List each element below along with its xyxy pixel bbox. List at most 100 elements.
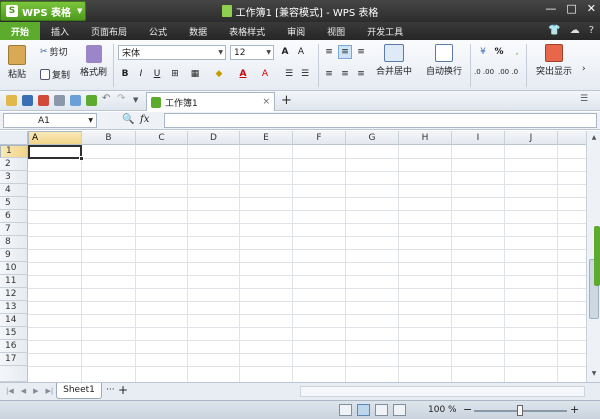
row-header[interactable]: 9: [0, 249, 28, 262]
decrease-decimal-button[interactable]: .00 .0: [498, 69, 520, 76]
column-header[interactable]: F: [293, 131, 346, 145]
customize-toolbar-icon[interactable]: ▼: [133, 96, 144, 107]
column-header[interactable]: D: [188, 131, 240, 145]
tab-list-icon[interactable]: ☰: [580, 94, 591, 105]
tab-developer[interactable]: 开发工具: [356, 22, 414, 40]
page-break-view-icon[interactable]: [375, 404, 388, 416]
save-icon[interactable]: [22, 95, 33, 106]
paste-button[interactable]: 粘贴: [8, 45, 26, 80]
scroll-up-icon[interactable]: ▲: [589, 133, 599, 143]
align-top-button[interactable]: ≡: [322, 45, 336, 59]
column-header[interactable]: I: [452, 131, 505, 145]
clear-format-button[interactable]: A: [258, 67, 272, 81]
tab-table-style[interactable]: 表格样式: [218, 22, 276, 40]
spell-check-icon[interactable]: [86, 95, 97, 106]
open-folder-icon[interactable]: [6, 95, 17, 106]
more-sheets-button[interactable]: ···: [106, 385, 115, 395]
row-header[interactable]: 3: [0, 171, 28, 184]
row-header[interactable]: 15: [0, 327, 28, 340]
page-view-icon[interactable]: [339, 404, 352, 416]
align-center-button[interactable]: ≡: [338, 67, 352, 81]
borders-button[interactable]: ⊞: [168, 67, 182, 81]
tab-page-layout[interactable]: 页面布局: [80, 22, 138, 40]
align-right-button[interactable]: ≡: [354, 67, 368, 81]
active-cell[interactable]: [28, 145, 84, 161]
help-icon[interactable]: ?: [589, 25, 594, 36]
undo-icon[interactable]: ↶: [102, 93, 113, 104]
fill-handle[interactable]: [79, 156, 84, 161]
formula-input[interactable]: [164, 113, 597, 128]
sheet-tab[interactable]: Sheet1: [56, 383, 102, 399]
indent-increase-button[interactable]: ☰: [298, 67, 312, 81]
font-size-select[interactable]: 12 ▼: [230, 45, 274, 60]
percent-button[interactable]: %: [492, 45, 506, 59]
row-header[interactable]: 16: [0, 340, 28, 353]
align-middle-button[interactable]: ≡: [338, 45, 352, 59]
row-header[interactable]: 6: [0, 210, 28, 223]
export-pdf-icon[interactable]: [38, 95, 49, 106]
zoom-slider-thumb[interactable]: [517, 405, 523, 416]
format-painter-button[interactable]: 格式刷: [80, 45, 107, 78]
name-box[interactable]: A1 ▼: [3, 113, 97, 128]
bold-button[interactable]: B: [118, 67, 132, 81]
row-header[interactable]: 1: [0, 145, 28, 158]
row-header-partial[interactable]: [0, 366, 28, 382]
currency-button[interactable]: ¥: [476, 45, 490, 59]
cut-button[interactable]: ✂ 剪切: [40, 45, 68, 59]
column-header[interactable]: H: [399, 131, 452, 145]
copy-button[interactable]: 复制: [40, 68, 70, 81]
insert-function-button[interactable]: fx: [140, 114, 149, 125]
zoom-out-button[interactable]: −: [463, 403, 472, 416]
ribbon-more-button[interactable]: ›: [582, 64, 586, 74]
cloud-icon[interactable]: ☁: [570, 25, 580, 36]
font-color-button[interactable]: A: [236, 67, 250, 81]
horizontal-scrollbar[interactable]: [300, 386, 585, 397]
fullscreen-icon[interactable]: [393, 404, 406, 416]
minimize-button[interactable]: —: [545, 2, 556, 15]
column-header-partial[interactable]: [558, 131, 586, 145]
side-panel-grip[interactable]: [594, 226, 600, 286]
select-all-corner[interactable]: [0, 131, 28, 145]
row-header[interactable]: 8: [0, 236, 28, 249]
tab-home[interactable]: 开始: [0, 22, 41, 40]
row-header[interactable]: 10: [0, 262, 28, 275]
tab-data[interactable]: 数据: [178, 22, 218, 40]
column-header[interactable]: C: [136, 131, 188, 145]
scroll-down-icon[interactable]: ▼: [589, 369, 599, 379]
redo-icon[interactable]: ↷: [117, 93, 128, 104]
row-header[interactable]: 7: [0, 223, 28, 236]
wrap-text-button[interactable]: 自动换行: [424, 44, 464, 77]
row-header[interactable]: 13: [0, 301, 28, 314]
row-header[interactable]: 17: [0, 353, 28, 366]
spreadsheet-grid[interactable]: A B C D E F G H I J 1 2 3 4 5 6 7 8 9 10…: [0, 131, 586, 382]
shrink-font-button[interactable]: A: [294, 45, 308, 59]
indent-decrease-button[interactable]: ☰: [282, 67, 296, 81]
close-button[interactable]: ✕: [587, 2, 596, 15]
column-header[interactable]: B: [82, 131, 136, 145]
row-header[interactable]: 2: [0, 158, 28, 171]
align-left-button[interactable]: ≡: [322, 67, 336, 81]
column-header[interactable]: E: [240, 131, 293, 145]
print-preview-icon[interactable]: [70, 95, 81, 106]
prev-sheet-icon[interactable]: ◀: [21, 387, 26, 395]
row-header[interactable]: 5: [0, 197, 28, 210]
next-sheet-icon[interactable]: ▶: [33, 387, 38, 395]
last-sheet-icon[interactable]: ▶|: [46, 387, 54, 395]
tab-review[interactable]: 审阅: [276, 22, 316, 40]
row-header[interactable]: 11: [0, 275, 28, 288]
grow-font-button[interactable]: A: [278, 45, 292, 59]
magnifier-icon[interactable]: 🔍: [122, 114, 134, 125]
fill-color-button[interactable]: ◆: [212, 67, 226, 81]
zoom-in-button[interactable]: +: [570, 403, 579, 416]
underline-button[interactable]: U: [150, 67, 164, 81]
first-sheet-icon[interactable]: |◀: [6, 387, 14, 395]
increase-decimal-button[interactable]: .0 .00: [474, 69, 496, 76]
column-header[interactable]: J: [505, 131, 558, 145]
zoom-level[interactable]: 100 %: [428, 405, 457, 415]
italic-button[interactable]: I: [134, 67, 148, 81]
row-header[interactable]: 14: [0, 314, 28, 327]
column-header[interactable]: G: [346, 131, 399, 145]
maximize-button[interactable]: □: [566, 2, 576, 15]
column-header[interactable]: A: [28, 131, 82, 145]
tab-view[interactable]: 视图: [316, 22, 356, 40]
